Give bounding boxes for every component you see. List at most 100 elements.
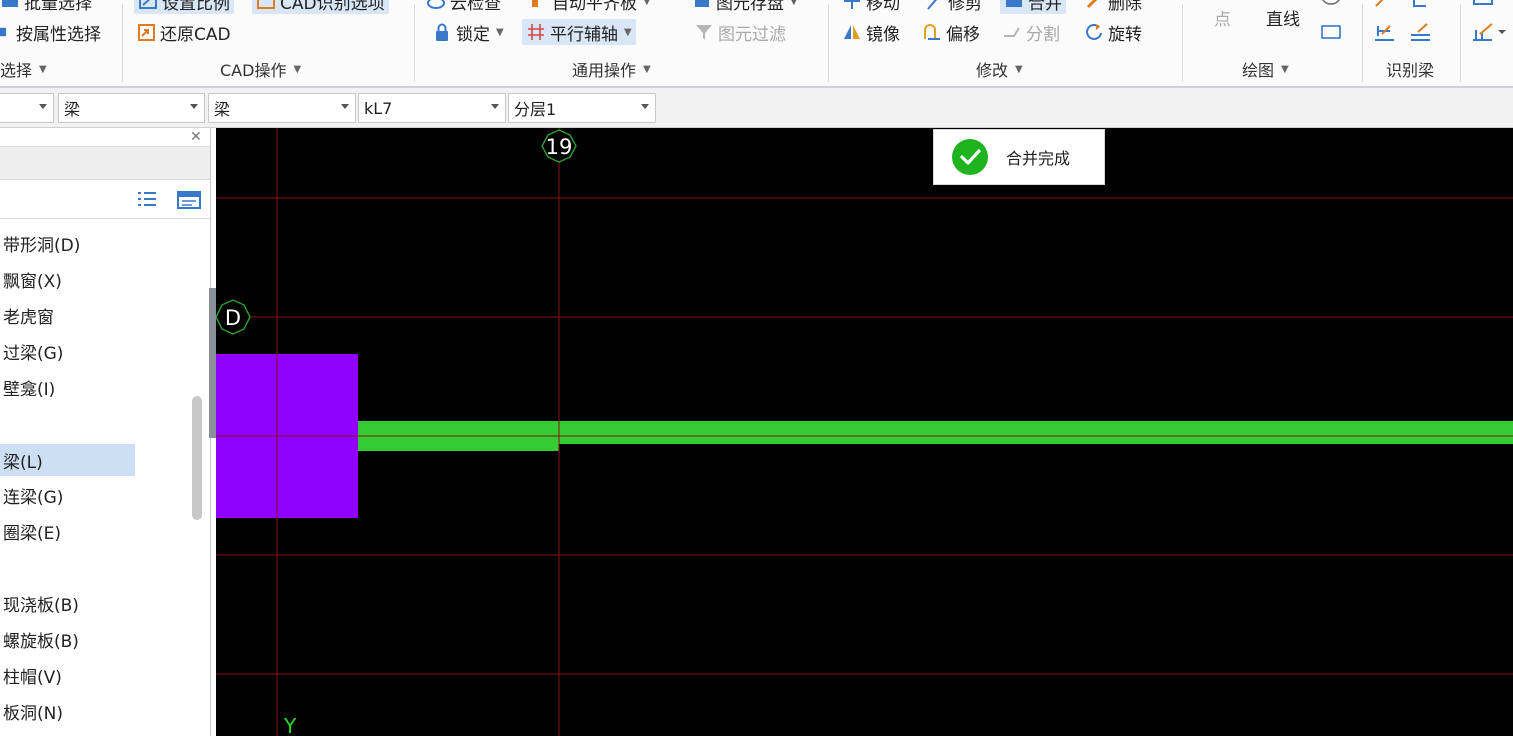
tree-item-bay-window[interactable]: 飘窗(X) [0, 263, 62, 295]
identify-beam-icon[interactable] [1374, 0, 1396, 10]
beam-annotation-icon[interactable] [1372, 22, 1398, 44]
property-toolbar: 梁 梁 kL7 分层1 [0, 88, 1513, 128]
lock-icon [436, 23, 448, 41]
rotate-icon [1086, 24, 1102, 40]
beam-gap [559, 444, 1513, 459]
cad-drawing[interactable]: 19 D Y [216, 128, 1513, 736]
align-slab-icon [532, 0, 538, 7]
panel-tools [0, 180, 210, 219]
chevron-down-icon: ▼ [1281, 63, 1289, 75]
batch-select-icon [2, 0, 18, 7]
tree-item-cast-slab[interactable]: 现浇板(B) [0, 587, 79, 619]
draw-point-button[interactable]: 点 [1214, 5, 1231, 30]
auto-align-slab-button[interactable]: 自动平齐板 ▼ [528, 0, 651, 14]
y-axis-indicator: Y [283, 714, 297, 736]
axis-label-19: 19 [546, 135, 573, 159]
group-label-identify-beam[interactable]: 识别梁 [1386, 58, 1434, 80]
draw-rectangle-icon[interactable] [1320, 22, 1344, 42]
chevron-down-icon [341, 104, 349, 109]
move-icon [844, 0, 860, 9]
tree-item-strip-opening[interactable]: 带形洞(D) [0, 227, 80, 259]
tree-item-coupling-beam[interactable]: 连梁(G) [0, 479, 63, 511]
split-icon [1004, 27, 1020, 37]
chevron-down-icon: ▼ [643, 63, 651, 75]
delete-button[interactable]: 删除 [1084, 0, 1142, 14]
cloud-check-icon [427, 0, 445, 9]
delete-icon [1086, 0, 1098, 9]
panel-header [0, 146, 210, 180]
floor-select[interactable] [0, 93, 54, 123]
tree-item-column-cap[interactable]: 柱帽(V) [0, 659, 62, 691]
success-check-icon [952, 139, 988, 175]
identify-beam-span-icon[interactable] [1410, 0, 1432, 10]
draw-beam-icon[interactable] [1470, 22, 1510, 44]
tree-item-slab-opening[interactable]: 板洞(N) [0, 695, 63, 727]
chevron-down-icon: ▼ [643, 0, 651, 7]
trim-icon [927, 0, 938, 10]
parallel-axis-button[interactable]: 平行辅轴 ▼ [522, 19, 636, 45]
close-icon[interactable]: ✕ [190, 129, 202, 145]
tree-item-niche[interactable]: 壁龛(I) [0, 371, 55, 403]
table-icon[interactable] [1472, 0, 1498, 10]
group-label-cad-operations[interactable]: CAD操作 ▼ [220, 58, 301, 80]
select-by-attribute-button[interactable]: 按属性选择 [0, 19, 101, 45]
merge-button[interactable]: 合并 [1000, 0, 1066, 14]
panel-scrollbar[interactable] [192, 396, 202, 520]
list-view-icon[interactable] [136, 190, 158, 210]
element-save-button[interactable]: 图元存盘 ▼ [692, 0, 798, 14]
divider [1182, 4, 1183, 82]
ribbon: 批量选择 按属性选择 选择 ▼ 设置比例 CAD识别选项 还原CAD CAD操作 ▼… [0, 0, 1513, 88]
chevron-down-icon [39, 104, 47, 109]
drawing-canvas[interactable]: 19 D Y [216, 128, 1513, 736]
axis-label-d: D [225, 306, 241, 330]
group-label-draw[interactable]: 绘图 ▼ [1242, 58, 1289, 80]
tree-item-dormer[interactable]: 老虎窗 [0, 299, 54, 331]
set-scale-button[interactable]: 设置比例 [134, 0, 234, 14]
chevron-down-icon [641, 104, 649, 109]
element-name-select[interactable]: kL7 [358, 93, 506, 123]
element-save-icon [695, 0, 709, 7]
cad-recognition-options-button[interactable]: CAD识别选项 [252, 0, 389, 14]
restore-cad-icon [138, 24, 155, 41]
chevron-down-icon [491, 104, 499, 109]
divider [414, 4, 415, 82]
group-label-general-operations[interactable]: 通用操作 ▼ [572, 58, 651, 80]
attribute-select-icon [0, 27, 6, 37]
divider [828, 4, 829, 82]
trim-button[interactable]: 修剪 [924, 0, 982, 14]
beam-edit-icon[interactable] [1408, 22, 1434, 44]
group-label-modify[interactable]: 修改 ▼ [976, 58, 1023, 80]
divider [122, 4, 123, 82]
chevron-down-icon: ▼ [39, 63, 47, 75]
element-type-select[interactable]: 梁 [208, 93, 356, 123]
element-filter-button[interactable]: 图元过滤 [694, 19, 786, 45]
cloud-check-button[interactable]: 云检查 [426, 0, 501, 14]
tree-item-spiral-slab[interactable]: 螺旋板(B) [0, 623, 79, 655]
properties-view-icon[interactable] [176, 190, 202, 210]
chevron-down-icon: ▼ [293, 63, 302, 75]
mirror-icon [844, 25, 860, 39]
batch-select-button[interactable]: 批量选择 [0, 0, 92, 14]
chevron-down-icon [190, 104, 198, 109]
element-category-select[interactable]: 梁 [58, 93, 205, 123]
group-label-select[interactable]: 选择 ▼ [0, 58, 47, 80]
layer-select[interactable]: 分层1 [508, 93, 656, 123]
offset-button[interactable]: 偏移 [922, 19, 980, 45]
draw-line-button[interactable]: 直线 [1266, 5, 1300, 30]
panel-splitter[interactable] [209, 288, 216, 438]
tree-item-lintel[interactable]: 过梁(G) [0, 335, 63, 367]
scale-icon [139, 0, 157, 9]
move-button[interactable]: 移动 [842, 0, 900, 14]
draw-circle-icon[interactable] [1320, 0, 1342, 8]
mirror-button[interactable]: 镜像 [842, 19, 900, 45]
lock-button[interactable]: 锁定 ▼ [432, 19, 504, 45]
merge-complete-toast: 合并完成 [933, 129, 1105, 185]
tree-item-ring-beam[interactable]: 圈梁(E) [0, 515, 61, 547]
split-button[interactable]: 分割 [1002, 19, 1060, 45]
navigation-panel: ✕ 带形洞(D) 飘窗(X) 老虎窗 过梁(G) 壁龛(I) 梁(L) 连梁(G… [0, 128, 211, 736]
rotate-button[interactable]: 旋转 [1084, 19, 1142, 45]
restore-cad-button[interactable]: 还原CAD [136, 19, 231, 45]
cad-options-icon [257, 0, 275, 9]
tree-item-beam[interactable]: 梁(L) [0, 444, 135, 476]
offset-icon [924, 24, 940, 40]
